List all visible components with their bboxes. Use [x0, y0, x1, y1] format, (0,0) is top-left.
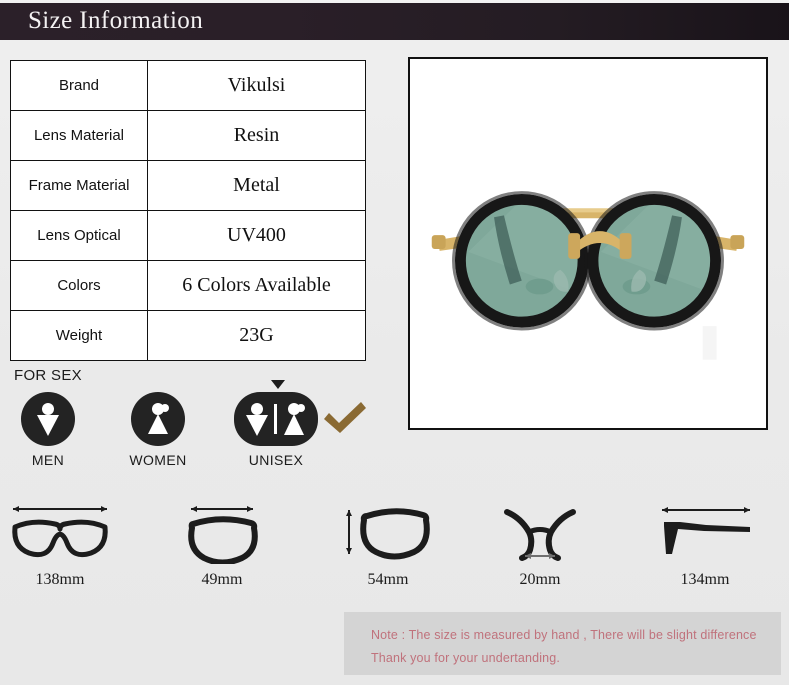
measurement-label: 138mm [35, 571, 85, 588]
sunglasses-product-image [410, 59, 766, 428]
spec-value: Vikulsi [147, 60, 366, 111]
table-row: Colors 6 Colors Available [10, 260, 366, 311]
spec-key: Lens Material [10, 110, 148, 161]
spec-value: 23G [147, 310, 366, 361]
page-header: Size Information [0, 0, 789, 40]
spec-value: Resin [147, 110, 366, 161]
selected-check-icon [322, 400, 368, 441]
sex-option-women[interactable]: WOMEN [110, 392, 206, 468]
unisex-figures-icon [228, 392, 324, 446]
note-line-2: Thank you for your undertanding. [371, 651, 560, 665]
sex-option-label: MEN [31, 452, 65, 468]
measurement-item: 20mm [465, 495, 615, 589]
bridge-width-icon [465, 495, 615, 567]
lens-height-icon [313, 495, 463, 567]
male-figure-icon [0, 392, 96, 446]
sex-option-label: WOMEN [129, 452, 187, 468]
measurement-label: 20mm [519, 571, 561, 588]
measurement-label: 54mm [367, 571, 409, 588]
spec-key: Weight [10, 310, 148, 361]
frame-total-width-icon [0, 495, 135, 567]
measurement-label: 49mm [201, 571, 243, 588]
size-information-page: Size Information Brand Vikulsi Lens Mate… [0, 0, 789, 685]
page-title: Size Information [28, 7, 204, 34]
measurement-item: 54mm [313, 495, 463, 589]
note-line-1: Note : The size is measured by hand , Th… [371, 628, 757, 642]
sex-option-men[interactable]: MEN [0, 392, 96, 468]
spec-value: UV400 [147, 210, 366, 261]
sex-option-label: UNISEX [248, 452, 304, 468]
spec-value: 6 Colors Available [147, 260, 366, 311]
lens-width-icon [147, 495, 297, 567]
spec-key: Frame Material [10, 160, 148, 211]
spec-value: Metal [147, 160, 366, 211]
sex-option-unisex[interactable]: UNISEX [228, 392, 324, 468]
table-row: Weight 23G [10, 310, 366, 361]
spec-key: Lens Optical [10, 210, 148, 261]
table-row: Lens Optical UV400 [10, 210, 366, 261]
table-row: Frame Material Metal [10, 160, 366, 211]
table-row: Lens Material Resin [10, 110, 366, 161]
spec-key: Colors [10, 260, 148, 311]
specification-table: Brand Vikulsi Lens Material Resin Frame … [10, 60, 366, 361]
product-image-panel [408, 57, 768, 430]
for-sex-label: FOR SEX [14, 367, 82, 384]
spec-key: Brand [10, 60, 148, 111]
table-row: Brand Vikulsi [10, 60, 366, 111]
measurement-item: 49mm [147, 495, 297, 589]
measurement-item: 138mm [0, 495, 135, 589]
note-box: Note : The size is measured by hand , Th… [344, 612, 781, 675]
female-figure-icon [110, 392, 206, 446]
measurement-label: 134mm [680, 571, 730, 588]
temple-length-icon [630, 495, 780, 567]
measurement-item: 134mm [630, 495, 780, 589]
selection-pointer-icon [271, 380, 285, 389]
